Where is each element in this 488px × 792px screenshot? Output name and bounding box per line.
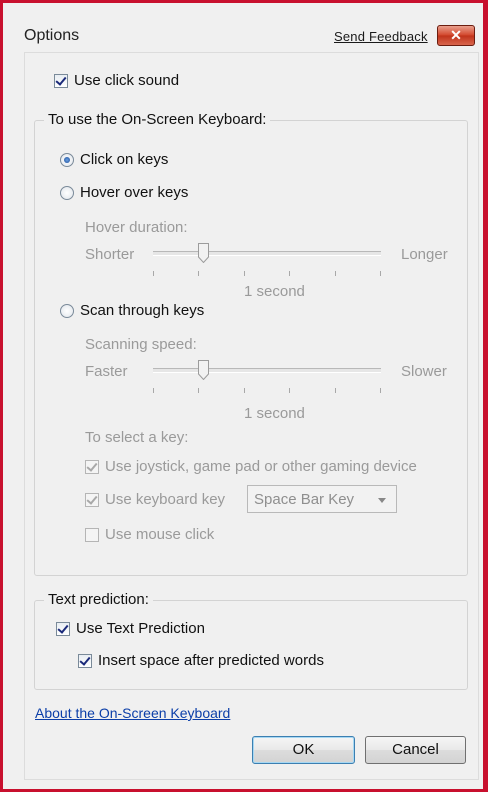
hover-slider-track <box>153 251 381 256</box>
close-icon: ✕ <box>450 27 462 43</box>
slider-tick <box>289 271 290 276</box>
title-bar: Options Send Feedback ✕ <box>0 0 488 50</box>
hover-slider-thumb[interactable] <box>198 243 209 263</box>
slider-tick <box>198 271 199 276</box>
joystick-option[interactable]: Use joystick, game pad or other gaming d… <box>85 458 417 475</box>
send-feedback-link[interactable]: Send Feedback <box>334 29 428 44</box>
scan-value-label: 1 second <box>244 405 305 422</box>
slider-tick <box>380 271 381 276</box>
joystick-checkbox[interactable] <box>85 459 99 474</box>
about-osk-link[interactable]: About the On-Screen Keyboard <box>35 705 230 721</box>
click-sound-checkbox[interactable] <box>54 73 68 88</box>
click-sound-option[interactable]: Use click sound <box>54 72 179 89</box>
hover-min-label: Shorter <box>85 246 135 263</box>
slider-tick <box>380 388 381 393</box>
hover-value-label: 1 second <box>244 283 305 300</box>
slider-tick <box>244 271 245 276</box>
hover-duration-slider[interactable] <box>153 243 381 283</box>
insert-space-checkbox[interactable] <box>78 653 92 668</box>
scan-max-label: Slower <box>401 363 447 380</box>
text-prediction-group <box>34 600 468 690</box>
osk-group-legend: To use the On-Screen Keyboard: <box>44 111 271 128</box>
select-key-heading: To select a key: <box>85 429 189 446</box>
keyboard-key-option[interactable]: Use keyboard key <box>85 491 225 508</box>
use-text-prediction-option[interactable]: Use Text Prediction <box>56 620 205 637</box>
text-prediction-legend: Text prediction: <box>44 591 153 608</box>
mouse-click-option[interactable]: Use mouse click <box>85 526 214 543</box>
slider-tick <box>198 388 199 393</box>
slider-tick <box>289 388 290 393</box>
hover-duration-heading: Hover duration: <box>85 219 188 236</box>
slider-tick <box>335 388 336 393</box>
slider-tick <box>335 271 336 276</box>
click-on-keys-radio[interactable] <box>60 152 74 167</box>
scanning-speed-heading: Scanning speed: <box>85 336 197 353</box>
mode-click-on-keys[interactable]: Click on keys <box>60 151 168 168</box>
use-text-prediction-label: Use Text Prediction <box>76 620 205 637</box>
keyboard-key-select-value: Space Bar Key <box>254 491 355 508</box>
close-button[interactable]: ✕ <box>437 25 475 46</box>
mouse-click-checkbox[interactable] <box>85 527 99 542</box>
scan-through-keys-label: Scan through keys <box>80 302 205 319</box>
keyboard-key-select[interactable]: Space Bar Key <box>247 485 397 513</box>
mode-scan-through-keys[interactable]: Scan through keys <box>60 302 204 319</box>
use-text-prediction-checkbox[interactable] <box>56 621 70 636</box>
ok-button[interactable]: OK <box>252 736 355 764</box>
joystick-label: Use joystick, game pad or other gaming d… <box>105 458 417 475</box>
hover-max-label: Longer <box>401 246 448 263</box>
scan-slider-thumb[interactable] <box>198 360 209 380</box>
click-sound-label: Use click sound <box>74 72 180 89</box>
insert-space-label: Insert space after predicted words <box>98 652 324 669</box>
insert-space-option[interactable]: Insert space after predicted words <box>78 652 324 669</box>
slider-tick <box>153 271 154 276</box>
hover-over-keys-radio[interactable] <box>60 185 74 200</box>
scan-slider-track <box>153 368 381 373</box>
scanning-speed-slider[interactable] <box>153 360 381 400</box>
slider-tick <box>153 388 154 393</box>
cancel-button[interactable]: Cancel <box>365 736 466 764</box>
click-on-keys-label: Click on keys <box>80 151 169 168</box>
mode-hover-over-keys[interactable]: Hover over keys <box>60 184 188 201</box>
slider-tick <box>244 388 245 393</box>
scan-through-keys-radio[interactable] <box>60 303 74 318</box>
window-title: Options <box>24 27 80 44</box>
mouse-click-label: Use mouse click <box>105 526 215 543</box>
scan-min-label: Faster <box>85 363 128 380</box>
keyboard-key-checkbox[interactable] <box>85 492 99 507</box>
chevron-down-icon <box>378 498 386 503</box>
keyboard-key-label: Use keyboard key <box>105 491 226 508</box>
hover-over-keys-label: Hover over keys <box>80 184 189 201</box>
